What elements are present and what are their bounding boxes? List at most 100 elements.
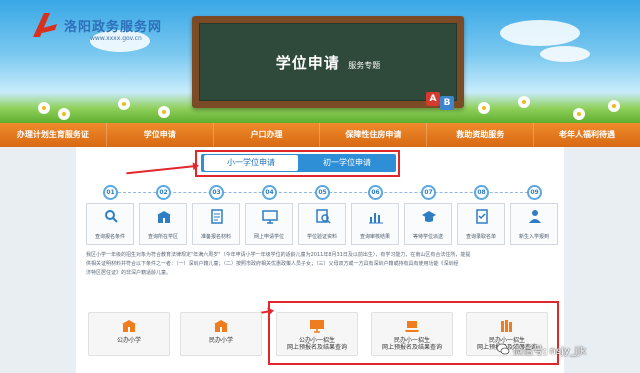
school-building-icon <box>214 320 228 332</box>
board-title-main: 学位申请 <box>275 54 340 72</box>
tab-junior-one[interactable]: 初一学位申请 <box>301 155 393 171</box>
verify-icon <box>316 209 331 224</box>
flower <box>575 110 583 118</box>
step-label: 查询审核结果 <box>359 234 390 240</box>
laptop-icon <box>405 321 419 332</box>
card-sublabel: 网上预报名及结果查询 <box>286 344 347 351</box>
graduation-cap-icon <box>422 211 436 222</box>
toy-block-b: B <box>440 96 454 110</box>
annotation-arrow <box>126 165 197 175</box>
monitor-icon <box>262 210 278 224</box>
flower <box>40 104 48 112</box>
step-card: 准备报名材料 <box>192 203 240 245</box>
board-title: 学位申请 服务专题 <box>192 52 464 73</box>
flower <box>480 104 488 112</box>
step-number: 06 <box>368 185 383 200</box>
toy-block-a: A <box>426 92 440 106</box>
step-number: 03 <box>209 185 224 200</box>
card-private-primary[interactable]: 民办小学 <box>180 312 262 356</box>
step-08[interactable]: 08 查询录取名单 <box>453 185 509 247</box>
step-card: 查询报名条件 <box>86 203 134 245</box>
step-number: 09 <box>527 185 542 200</box>
chalkboard: 学位申请 服务专题 <box>192 16 464 108</box>
monitor-icon <box>310 320 324 333</box>
card-public-enroll[interactable]: 公办小一招生 网上预报名及结果查询 <box>276 312 358 356</box>
step-06[interactable]: 06 查询审核结果 <box>347 185 403 247</box>
step-label: 查询报名条件 <box>94 234 125 240</box>
step-03[interactable]: 03 准备报名材料 <box>188 185 244 247</box>
flower <box>160 108 168 116</box>
card-label: 公办小一招生 <box>298 337 335 344</box>
step-label: 查询所在学区 <box>147 234 178 240</box>
flower <box>520 98 528 106</box>
step-number: 07 <box>421 185 436 200</box>
tab-primary-one[interactable]: 小一学位申请 <box>204 155 298 171</box>
step-card: 查询所在学区 <box>139 203 187 245</box>
step-number: 05 <box>315 185 330 200</box>
step-01[interactable]: 01 查询报名条件 <box>82 185 138 247</box>
process-steps: 01 查询报名条件 02 查询所在学区 03 准备报名材料 04 网上申请学位 … <box>82 185 558 247</box>
card-label: 公办小学 <box>116 337 141 344</box>
card-public-primary[interactable]: 公办小学 <box>88 312 170 356</box>
enrollment-notice: 我区小学一年级的招生对象为符合教育法律规定"年满六周岁"（今年申请小学一年级学位… <box>86 251 556 278</box>
header-banner: 洛阳政务服务网 www.xxxx.gov.cn 学位申请 服务专题 A B <box>0 0 640 123</box>
notice-line: 供相关证明材料并符合以下条件之一者：（一）深圳户籍儿童；（二）按照市政府相关优惠… <box>86 261 459 267</box>
step-number: 04 <box>262 185 277 200</box>
nav-item-elderly[interactable]: 老年人福利待遇 <box>534 123 640 147</box>
step-label: 准备报名材料 <box>200 234 231 240</box>
school-building-icon <box>122 320 136 332</box>
card-private-enroll[interactable]: 民办小一招生 网上预报名及结果查询 <box>371 312 453 356</box>
nav-item-family-planning[interactable]: 办理计划生育服务证 <box>0 123 107 147</box>
step-02[interactable]: 02 查询所在学区 <box>135 185 191 247</box>
checklist-icon <box>476 209 488 224</box>
books-icon <box>501 320 512 332</box>
flower <box>60 110 68 118</box>
logo-url: www.xxxx.gov.cn <box>90 35 142 42</box>
wechat-watermark: 微信号: nsjy_jjk <box>496 340 586 358</box>
card-label: 民办小学 <box>208 337 233 344</box>
nav-item-housing[interactable]: 保障性住房申请 <box>320 123 428 147</box>
student-icon <box>529 210 541 223</box>
step-card: 等待学位派送 <box>404 203 452 245</box>
wechat-icon <box>496 343 510 355</box>
nav-item-household[interactable]: 户口办理 <box>214 123 321 147</box>
step-number: 08 <box>474 185 489 200</box>
nav-item-school-place[interactable]: 学位申请 <box>107 123 214 147</box>
step-card: 查询录取名单 <box>457 203 505 245</box>
step-card: 学位验证资料 <box>298 203 346 245</box>
step-label: 新生入学报到 <box>518 234 549 240</box>
board-title-sub: 服务专题 <box>348 61 381 70</box>
cloud <box>540 46 590 62</box>
nav-item-relief[interactable]: 救助资助服务 <box>427 123 535 147</box>
step-number: 02 <box>156 185 171 200</box>
logo-mark-icon <box>33 13 57 37</box>
step-label: 网上申请学位 <box>253 234 284 240</box>
flower <box>610 102 618 110</box>
grade-tabs: 小一学位申请 初一学位申请 <box>201 154 396 172</box>
notice-line: 济特区居住证》的非深户籍适龄儿童。 <box>86 270 172 276</box>
step-07[interactable]: 07 等待学位派送 <box>400 185 456 247</box>
search-icon <box>105 210 118 223</box>
step-label: 查询录取名单 <box>465 234 496 240</box>
step-card: 新生入学报到 <box>510 203 558 245</box>
card-sublabel: 网上预报名及结果查询 <box>381 344 442 351</box>
main-panel: 小一学位申请 初一学位申请 01 查询报名条件 02 查询所在学区 03 准备报… <box>76 147 564 373</box>
step-card: 网上申请学位 <box>245 203 293 245</box>
step-card: 查询审核结果 <box>351 203 399 245</box>
site-logo[interactable]: 洛阳政务服务网 www.xxxx.gov.cn <box>30 8 161 48</box>
step-label: 等待学位派送 <box>412 234 443 240</box>
card-label: 民办小一招生 <box>393 337 430 344</box>
logo-title: 洛阳政务服务网 <box>64 20 163 35</box>
chart-icon <box>369 213 383 224</box>
cloud <box>500 20 580 46</box>
main-nav: 办理计划生育服务证 学位申请 户口办理 保障性住房申请 救助资助服务 老年人福利… <box>0 123 640 147</box>
watermark-text: 微信号: nsjy_jjk <box>513 345 587 357</box>
step-number: 01 <box>103 185 118 200</box>
step-05[interactable]: 05 学位验证资料 <box>294 185 350 247</box>
step-04[interactable]: 04 网上申请学位 <box>241 185 297 247</box>
school-icon <box>157 211 171 223</box>
document-icon <box>211 209 223 224</box>
step-09[interactable]: 09 新生入学报到 <box>506 185 562 247</box>
notice-line: 我区小学一年级的招生对象为符合教育法律规定"年满六周岁"（今年申请小学一年级学位… <box>86 252 471 258</box>
step-label: 学位验证资料 <box>306 234 337 240</box>
